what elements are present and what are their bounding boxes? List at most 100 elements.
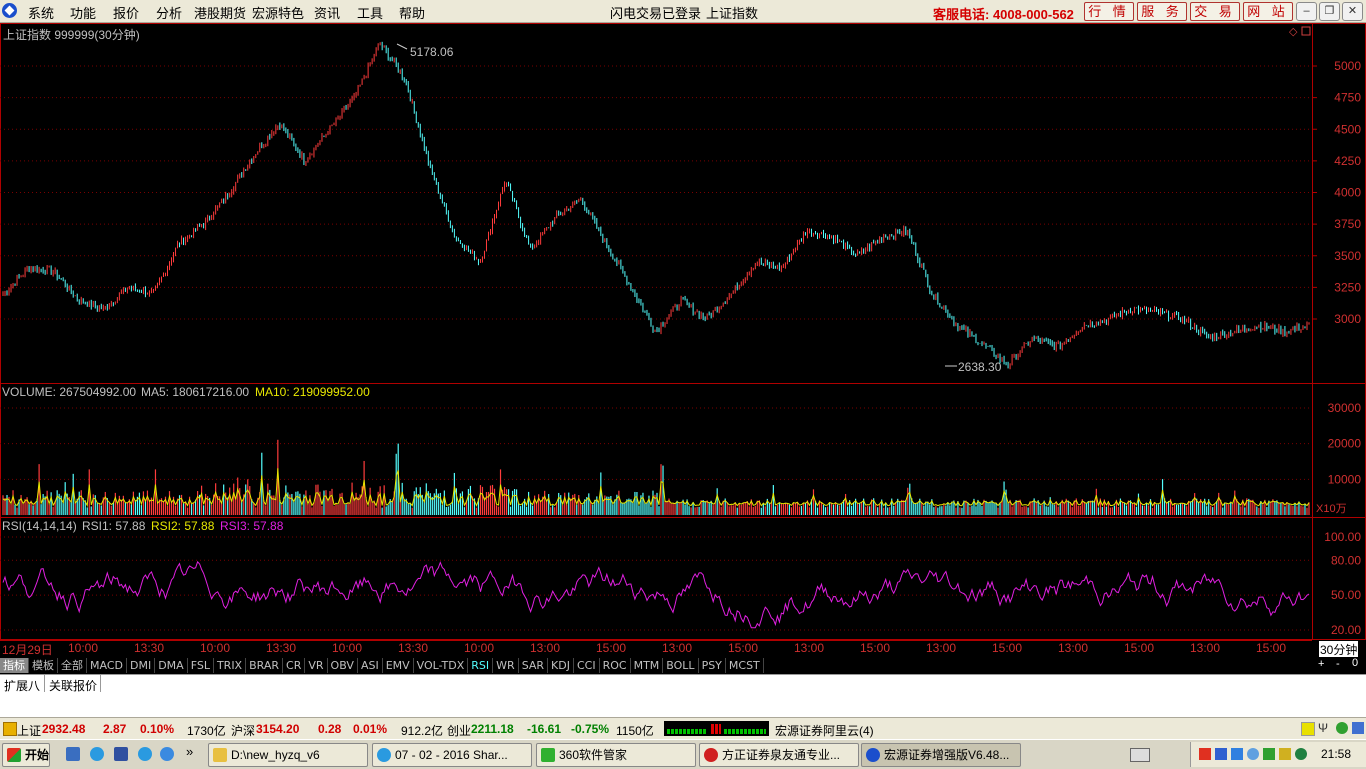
start-button[interactable]: 开始 bbox=[2, 743, 50, 767]
tab-模板[interactable]: 模板 bbox=[29, 658, 58, 673]
website-button[interactable]: 网 站 bbox=[1243, 2, 1293, 21]
windows-icon bbox=[7, 748, 21, 762]
task-hongyuan[interactable]: 宏源证券增强版V6.48... bbox=[861, 743, 1021, 767]
time-label: 13:00 bbox=[1058, 641, 1089, 655]
tray-shield-icon[interactable] bbox=[1231, 748, 1243, 760]
tray-security-icon[interactable] bbox=[1247, 748, 1259, 760]
menu-analysis[interactable]: 分析 bbox=[156, 3, 182, 22]
tab-wr[interactable]: WR bbox=[493, 658, 519, 673]
tab-vr[interactable]: VR bbox=[305, 658, 328, 673]
tab-cci[interactable]: CCI bbox=[574, 658, 600, 673]
tab-roc[interactable]: ROC bbox=[600, 658, 631, 673]
tab-fsl[interactable]: FSL bbox=[188, 658, 214, 673]
quicklaunch-browser-icon[interactable] bbox=[66, 747, 80, 761]
360-icon bbox=[541, 748, 555, 762]
time-label: 10:00 bbox=[200, 641, 231, 655]
task-fangzheng[interactable]: 方正证券泉友通专业... bbox=[699, 743, 859, 767]
notice-icon[interactable] bbox=[1301, 722, 1315, 736]
task-360[interactable]: 360软件管家 bbox=[536, 743, 696, 767]
time-label: 13:00 bbox=[530, 641, 561, 655]
tab-macd[interactable]: MACD bbox=[87, 658, 127, 673]
restore-icon[interactable]: ❐ bbox=[1319, 2, 1340, 21]
tray-volume-icon[interactable] bbox=[1279, 748, 1291, 760]
tab-brar[interactable]: BRAR bbox=[246, 658, 284, 673]
sh-change: 2.87 bbox=[103, 722, 127, 736]
menu-bar: 系统 功能 报价 分析 港股期货 宏源特色 资讯 工具 帮助 闪电交易已登录 上… bbox=[0, 0, 1366, 23]
hotline: 客服电话: 4008-000-562 bbox=[933, 7, 1074, 22]
service-button[interactable]: 服 务 bbox=[1137, 2, 1187, 21]
menu-hongyuan[interactable]: 宏源特色 bbox=[252, 3, 304, 22]
time-label: 15:00 bbox=[992, 641, 1023, 655]
tab-mcst[interactable]: MCST bbox=[726, 658, 764, 673]
period-label[interactable]: 30分钟 bbox=[1319, 641, 1359, 658]
tab-mtm[interactable]: MTM bbox=[631, 658, 664, 673]
diamond-icon[interactable]: ◇ bbox=[1289, 26, 1298, 38]
tray-app-icon[interactable] bbox=[1295, 748, 1307, 760]
time-label: 13:00 bbox=[794, 641, 825, 655]
quicklaunch-ie2-icon[interactable] bbox=[138, 747, 152, 761]
rsi3-label: RSI3: 57.88 bbox=[220, 519, 284, 533]
volume-tick-label: 20000 bbox=[1328, 437, 1362, 451]
rsi2-label: RSI2: 57.88 bbox=[151, 519, 215, 533]
clock: 21:58 bbox=[1321, 747, 1352, 761]
task-folder[interactable]: D:\new_hyzq_v6 bbox=[208, 743, 368, 767]
tab-dmi[interactable]: DMI bbox=[127, 658, 156, 673]
market-button[interactable]: 行 情 bbox=[1084, 2, 1134, 21]
menu-hk-futures[interactable]: 港股期货 bbox=[194, 3, 246, 22]
rsi-tick-label: 80.00 bbox=[1331, 553, 1361, 567]
menu-function[interactable]: 功能 bbox=[70, 3, 96, 22]
tab-psy[interactable]: PSY bbox=[699, 658, 726, 673]
quicklaunch-chat-icon[interactable] bbox=[160, 747, 174, 761]
menu-help[interactable]: 帮助 bbox=[399, 3, 425, 22]
zoom-out-icon[interactable]: - bbox=[1336, 658, 1340, 670]
connection-icon bbox=[1336, 722, 1348, 734]
time-first: 12月29日 bbox=[2, 643, 53, 657]
reset-icon[interactable]: 0 bbox=[1352, 657, 1358, 669]
status-icon[interactable] bbox=[3, 722, 17, 736]
tab-sar[interactable]: SAR bbox=[519, 658, 549, 673]
tab-cr[interactable]: CR bbox=[283, 658, 306, 673]
tab-obv[interactable]: OBV bbox=[328, 658, 358, 673]
network-icon bbox=[1352, 722, 1364, 734]
tab-emv[interactable]: EMV bbox=[383, 658, 414, 673]
zoom-in-icon[interactable]: + bbox=[1318, 658, 1325, 670]
tab-指标[interactable]: 指标 bbox=[0, 658, 29, 673]
menu-tools[interactable]: 工具 bbox=[357, 3, 383, 22]
kline-chart[interactable]: 5000 4750 4500 4250 4000 3750 3500 3250 3000 3000… bbox=[0, 23, 1366, 640]
quicklaunch-ie-icon[interactable] bbox=[90, 747, 104, 761]
menu-system[interactable]: 系统 bbox=[28, 3, 54, 22]
tab-rsi[interactable]: RSI bbox=[468, 658, 494, 673]
tab-全部[interactable]: 全部 bbox=[58, 658, 87, 673]
system-tray: 21:58 bbox=[1190, 742, 1366, 767]
login-status: 闪电交易已登录 bbox=[610, 6, 702, 21]
signal-icon: Ψ bbox=[1318, 721, 1329, 735]
menu-quote[interactable]: 报价 bbox=[113, 3, 139, 22]
minimize-icon[interactable]: – bbox=[1296, 2, 1317, 21]
close-icon[interactable]: ✕ bbox=[1342, 2, 1363, 21]
chart-area[interactable]: 5000 4750 4500 4250 4000 3750 3500 3250 3000 3000… bbox=[0, 23, 1366, 640]
more-icon[interactable]: » bbox=[186, 744, 193, 759]
tab-boll[interactable]: BOLL bbox=[663, 658, 699, 673]
quicklaunch-desktop-icon[interactable] bbox=[114, 747, 128, 761]
tab-trix[interactable]: TRIX bbox=[214, 658, 247, 673]
hs-amount: 912.2亿 bbox=[401, 724, 444, 738]
task-browser[interactable]: 07 - 02 - 2016 Shar... bbox=[372, 743, 532, 767]
volume-tick-label: 10000 bbox=[1328, 472, 1362, 486]
price-tick-label: 4750 bbox=[1334, 91, 1361, 105]
low-label: 2638.30 bbox=[958, 360, 1002, 374]
tray-flag-icon[interactable] bbox=[1199, 748, 1211, 760]
price-tick-label: 5000 bbox=[1334, 59, 1361, 73]
keyboard-icon[interactable] bbox=[1130, 748, 1150, 762]
tab-kdj[interactable]: KDJ bbox=[548, 658, 574, 673]
tray-network-icon[interactable] bbox=[1215, 748, 1227, 760]
time-label: 13:00 bbox=[662, 641, 693, 655]
menu-news[interactable]: 资讯 bbox=[314, 3, 340, 22]
tray-360-icon[interactable] bbox=[1263, 748, 1275, 760]
maximize-panel-icon[interactable] bbox=[1301, 26, 1311, 36]
tab-asi[interactable]: ASI bbox=[358, 658, 383, 673]
server-label[interactable]: 宏源证券阿里云(4) bbox=[775, 722, 874, 739]
tab-vol-tdx[interactable]: VOL-TDX bbox=[414, 658, 469, 673]
trade-button[interactable]: 交 易 bbox=[1190, 2, 1240, 21]
tab-dma[interactable]: DMA bbox=[155, 658, 188, 673]
chart-title: 上证指数 999999(30分钟) bbox=[3, 28, 140, 42]
